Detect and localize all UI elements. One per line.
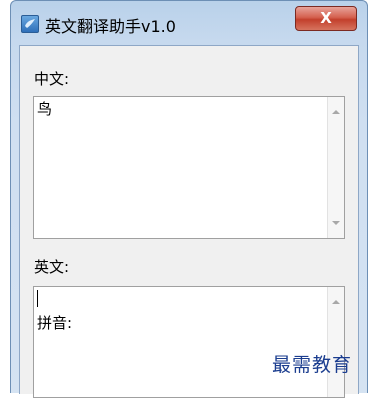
watermark: 最需教育 [272,354,353,376]
app-window: 英文翻译助手v1.0 X 中文: 鸟 英文: 拼音: [10,0,368,398]
scroll-up-icon[interactable] [332,110,340,114]
english-scrollbar[interactable] [327,287,344,397]
close-icon: X [320,9,332,27]
chinese-label: 中文: [34,70,70,88]
chinese-text: 鸟 [37,100,53,118]
window-title: 英文翻译助手v1.0 [45,17,176,36]
english-text: 拼音: [37,314,73,332]
english-textarea[interactable]: 拼音: [33,286,345,398]
scroll-down-icon[interactable] [332,221,340,225]
bird-app-icon [21,15,39,33]
scroll-up-icon[interactable] [332,300,340,304]
english-label: 英文: [34,258,70,276]
chinese-textarea[interactable]: 鸟 [33,96,345,239]
title-bar[interactable]: 英文翻译助手v1.0 X [11,1,367,41]
client-area: 中文: 鸟 英文: 拼音: [19,45,359,398]
close-button[interactable]: X [295,6,357,31]
chinese-scrollbar[interactable] [327,97,344,238]
